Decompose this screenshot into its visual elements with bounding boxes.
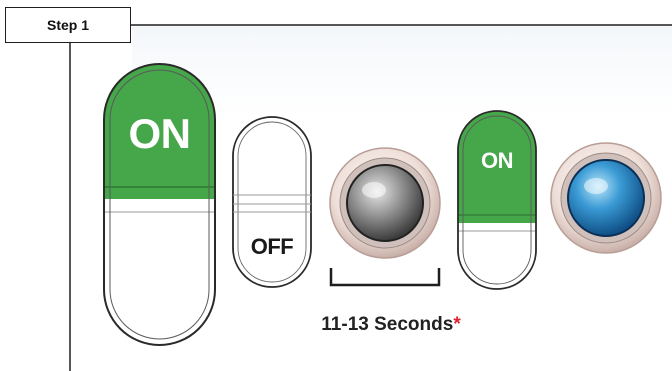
duration-text: 11-13 Seconds — [321, 314, 454, 335]
timing-bracket — [329, 268, 441, 287]
off-switch — [232, 116, 312, 288]
blue-pool-light-icon — [550, 142, 662, 254]
diagram-stage: Step 1 ON OFF ON 11-13 Seconds* — [0, 0, 672, 371]
big-switch-on-label: ON — [128, 110, 192, 157]
step-label-box: Step 1 — [5, 7, 131, 43]
big-on-switch — [103, 63, 216, 346]
off-switch-label: OFF — [250, 234, 294, 259]
gray-pool-light-icon — [329, 147, 441, 259]
duration-caption: 11-13 Seconds* — [306, 314, 476, 336]
step-label: Step 1 — [46, 17, 89, 33]
footnote-asterisk: * — [453, 314, 461, 335]
small-switch-on-label: ON — [481, 148, 514, 173]
small-on-switch — [457, 110, 537, 290]
